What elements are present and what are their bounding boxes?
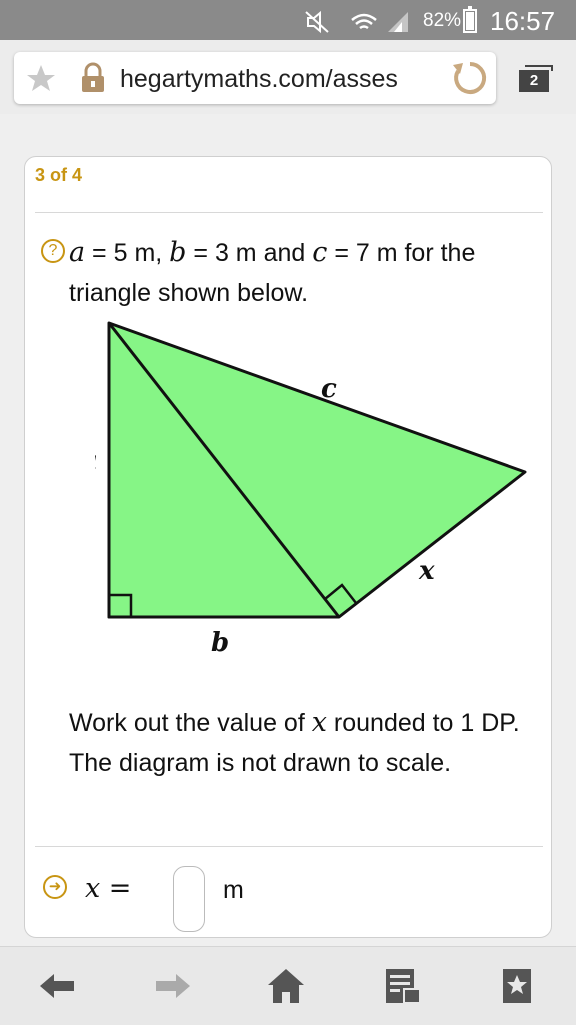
browser-toolbar: hegartymaths.com/asses 2: [0, 40, 576, 114]
answer-arrow-icon: ➜: [43, 875, 67, 899]
divider: [35, 212, 543, 213]
tab-count: 2: [529, 72, 539, 89]
tabs-icon[interactable]: 2: [519, 65, 553, 92]
label-c: c: [321, 374, 337, 404]
divider: [35, 846, 543, 847]
url-text[interactable]: hegartymaths.com/asses: [120, 65, 450, 94]
answer-unit: m: [223, 876, 244, 904]
bottom-navigation: [0, 946, 576, 1025]
bookmark-icon[interactable]: [497, 967, 537, 1005]
reload-icon[interactable]: [451, 59, 489, 97]
instruction-pre: Work out the value of: [69, 709, 312, 737]
b-value: = 3 m and: [186, 239, 313, 267]
star-icon[interactable]: [26, 64, 56, 92]
label-a: a: [95, 446, 98, 476]
label-b: b: [211, 628, 229, 658]
instruction-text: Work out the value of x rounded to 1 DP.…: [69, 703, 545, 783]
signal-icon: [388, 12, 408, 32]
status-bar: 82% 16:57: [0, 0, 576, 40]
question-card: 3 of 4 ? a = 5 m, b = 3 m and c = 7 m fo…: [24, 156, 552, 938]
back-icon[interactable]: [38, 967, 78, 1005]
label-x: x: [418, 556, 435, 586]
help-icon[interactable]: ?: [41, 239, 65, 263]
wifi-icon: [351, 13, 377, 30]
var-b: b: [169, 237, 187, 268]
home-icon[interactable]: [266, 967, 306, 1005]
forward-icon[interactable]: [152, 967, 192, 1005]
triangle-diagram: a b c x: [95, 321, 527, 658]
address-bar[interactable]: hegartymaths.com/asses: [14, 52, 496, 104]
instruction-post: rounded to 1 DP.: [326, 709, 520, 737]
answer-label: x =: [85, 873, 132, 904]
var-c: c: [312, 237, 328, 268]
question-text-line2: triangle shown below.: [69, 279, 309, 307]
reader-icon[interactable]: [382, 967, 422, 1005]
status-icons: [305, 10, 408, 34]
a-value: = 5 m,: [85, 239, 170, 267]
battery-percentage: 82%: [423, 10, 462, 31]
clock: 16:57: [490, 6, 556, 36]
answer-input[interactable]: [173, 866, 205, 932]
scale-note: The diagram is not drawn to scale.: [69, 749, 452, 777]
question-counter: 3 of 4: [35, 165, 83, 185]
lock-icon: [82, 62, 104, 92]
question-text: a = 5 m, b = 3 m and c = 7 m for the tri…: [69, 233, 539, 313]
mute-icon: [305, 10, 329, 34]
var-a: a: [69, 237, 86, 268]
var-x: x: [311, 707, 327, 738]
battery-icon: [463, 6, 477, 33]
c-value: = 7 m for the: [327, 239, 476, 267]
triangle-shape: [107, 321, 527, 619]
